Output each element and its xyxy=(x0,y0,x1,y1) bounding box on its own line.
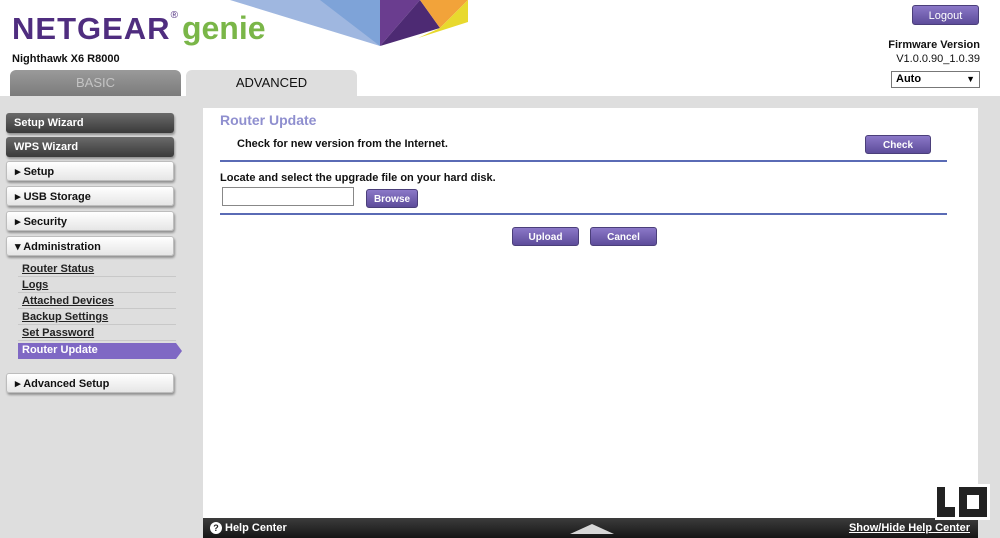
sidebar-item-setup[interactable]: ▸ Setup xyxy=(6,161,174,181)
help-center-label[interactable]: Help Center xyxy=(225,522,287,534)
sidebar-item-label: Router Update xyxy=(22,344,98,356)
sidebar-item-administration[interactable]: ▾ Administration xyxy=(6,236,174,256)
admin-item-attached-devices[interactable]: Attached Devices xyxy=(18,294,176,309)
sidebar-item-label: Security xyxy=(23,216,68,228)
main-content: Router Update Check for new version from… xyxy=(203,108,978,538)
triangle-right-icon: ▸ xyxy=(15,191,21,203)
sidebar: Setup Wizard WPS Wizard ▸ Setup ▸ USB St… xyxy=(0,96,185,538)
wps-wizard-button[interactable]: WPS Wizard xyxy=(6,137,174,157)
brand-netgear: NETGEAR xyxy=(12,11,171,46)
triangle-right-icon: ▸ xyxy=(15,166,21,178)
expand-arrow-icon[interactable] xyxy=(570,524,614,534)
firmware-version-label: Firmware Version xyxy=(888,39,980,51)
active-pointer-icon xyxy=(176,343,182,359)
admin-item-set-password[interactable]: Set Password xyxy=(18,326,176,341)
netgear-genie-logo: NETGEAR® genie xyxy=(12,10,266,50)
cancel-button[interactable]: Cancel xyxy=(590,227,657,246)
language-select[interactable]: Auto ▼ xyxy=(891,71,980,88)
sidebar-item-label: Administration xyxy=(23,241,101,253)
admin-item-backup-settings[interactable]: Backup Settings xyxy=(18,310,176,325)
admin-item-logs[interactable]: Logs xyxy=(18,278,176,293)
upload-instruction: Locate and select the upgrade file on yo… xyxy=(220,172,496,184)
triangle-down-icon: ▾ xyxy=(15,241,21,253)
section-divider xyxy=(220,213,947,215)
browse-button[interactable]: Browse xyxy=(366,189,418,208)
section-divider xyxy=(220,160,947,162)
triangle-right-icon: ▸ xyxy=(15,378,21,390)
corner-logo-watermark xyxy=(935,484,990,520)
triangle-right-icon: ▸ xyxy=(15,216,21,228)
help-center-bar: ? Help Center Show/Hide Help Center xyxy=(203,518,978,538)
check-instruction: Check for new version from the Internet. xyxy=(237,138,448,150)
tab-advanced[interactable]: ADVANCED xyxy=(186,70,357,96)
logout-button[interactable]: Logout xyxy=(912,5,979,25)
sidebar-item-usb-storage[interactable]: ▸ USB Storage xyxy=(6,186,174,206)
sidebar-item-advanced-setup[interactable]: ▸ Advanced Setup xyxy=(6,373,174,393)
sidebar-item-label: Setup xyxy=(23,166,55,178)
admin-item-router-update[interactable]: Router Update xyxy=(18,343,182,359)
dropdown-arrow-icon: ▼ xyxy=(966,74,975,84)
file-path-input[interactable] xyxy=(222,187,354,206)
brand-registered-mark: ® xyxy=(170,10,178,21)
help-question-icon: ? xyxy=(210,522,222,534)
decorative-banner-graphic xyxy=(230,0,468,46)
check-button[interactable]: Check xyxy=(865,135,931,154)
language-selected-value: Auto xyxy=(896,73,922,85)
page-title: Router Update xyxy=(220,112,317,128)
router-model: Nighthawk X6 R8000 xyxy=(12,53,120,65)
setup-wizard-button[interactable]: Setup Wizard xyxy=(6,113,174,133)
tab-basic[interactable]: BASIC xyxy=(10,70,181,96)
show-hide-help-link[interactable]: Show/Hide Help Center xyxy=(849,522,970,534)
sidebar-item-label: USB Storage xyxy=(23,191,91,203)
sidebar-item-label: Advanced Setup xyxy=(23,378,110,390)
upload-button[interactable]: Upload xyxy=(512,227,579,246)
firmware-version-value: V1.0.0.90_1.0.39 xyxy=(896,53,980,65)
sidebar-item-security[interactable]: ▸ Security xyxy=(6,211,174,231)
header: NETGEAR® genie Nighthawk X6 R8000 Logout … xyxy=(0,0,1000,96)
admin-item-router-status[interactable]: Router Status xyxy=(18,262,176,277)
